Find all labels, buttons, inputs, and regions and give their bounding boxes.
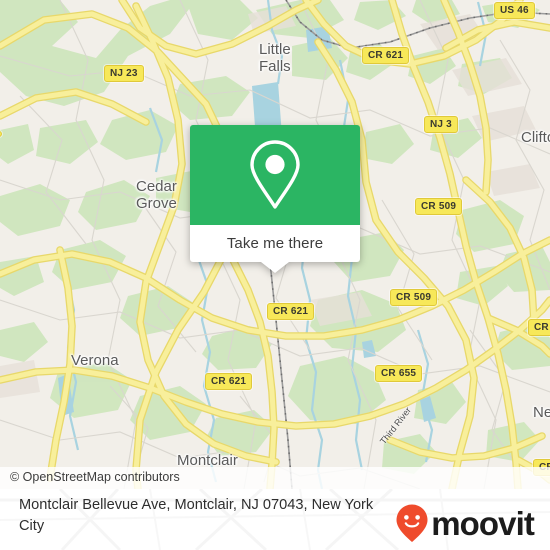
callout-action-bar[interactable]: Take me there — [190, 225, 360, 262]
callout-pointer-tail — [261, 262, 289, 273]
moovit-logo[interactable]: moovit — [395, 503, 535, 543]
footer-bar: Montclair Bellevue Ave, Montclair, NJ 07… — [0, 489, 550, 550]
place-label-verona: Verona — [71, 352, 119, 369]
place-label-newark-clipped: Ne — [533, 404, 550, 421]
moovit-pin-icon — [396, 504, 428, 542]
moovit-wordmark: moovit — [431, 504, 535, 542]
place-label-little-falls: Little Falls — [259, 41, 291, 75]
place-label-cedar-grove: Cedar Grove — [136, 178, 177, 212]
road-shield-us-46[interactable]: US 46 — [494, 2, 535, 19]
moovit-map-screenshot: NJ 23 US 46 CR 621 NJ 3 CR 509 CR 509 CR… — [0, 0, 550, 550]
road-shield-cr-655[interactable]: CR 655 — [375, 365, 423, 382]
road-shield-cr-621-north[interactable]: CR 621 — [362, 47, 410, 64]
road-shield-nj-23[interactable]: NJ 23 — [104, 65, 144, 82]
road-shield-cr-509-mid[interactable]: CR 509 — [390, 289, 438, 306]
destination-callout-card[interactable]: Take me there — [190, 125, 360, 273]
osm-attribution[interactable]: © OpenStreetMap contributors — [0, 467, 550, 489]
map-pin-icon — [250, 140, 300, 209]
location-title: Montclair Bellevue Ave, Montclair, NJ 07… — [19, 497, 374, 534]
road-shield-cr-621-south[interactable]: CR 621 — [205, 373, 253, 390]
road-shield-cr-509-upper[interactable]: CR 509 — [415, 198, 463, 215]
road-shield-clipped-right-upper[interactable]: CR — [528, 319, 550, 336]
road-shield-nj-3[interactable]: NJ 3 — [424, 116, 458, 133]
place-label-clifton: Clifton — [521, 129, 550, 146]
road-shield-cr-621-center[interactable]: CR 621 — [267, 303, 315, 320]
take-me-there-label[interactable]: Take me there — [227, 235, 323, 252]
map-canvas[interactable]: NJ 23 US 46 CR 621 NJ 3 CR 509 CR 509 CR… — [0, 0, 550, 489]
callout-header — [190, 125, 360, 225]
